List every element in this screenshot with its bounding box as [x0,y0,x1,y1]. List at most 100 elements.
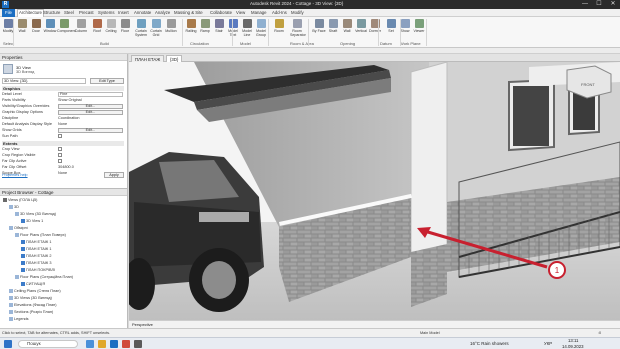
tab-view[interactable]: View [235,10,246,15]
ribbon-button-set[interactable]: Set [384,19,398,33]
ribbon-button-door[interactable]: Door [29,19,43,33]
ribbon-button-room-separator[interactable]: Room Separator [290,19,306,37]
task-view-icon[interactable] [86,340,94,348]
property-value[interactable]: Edit... [58,104,123,109]
minimize-icon[interactable]: — [578,0,592,9]
folder-icon [9,205,13,209]
ribbon-button-wall[interactable]: Wall [340,19,354,33]
browser-node[interactable]: Обмірні [9,226,28,231]
property-value[interactable]: Fine [58,92,123,97]
browser-node[interactable]: 3D [9,205,19,210]
file-explorer-icon[interactable] [98,340,106,348]
ribbon-button-column[interactable]: Column [74,19,88,33]
view-scale[interactable]: Perspective [132,322,153,327]
tab-structure[interactable]: Structure [42,10,61,15]
property-checkbox[interactable] [58,134,62,138]
ribbon-button-ceiling[interactable]: Ceiling [104,19,118,33]
start-icon[interactable] [4,340,12,348]
tab-3d-view[interactable]: {3D} [166,55,183,62]
browser-node[interactable]: Elevations (Фасад План) [9,303,57,308]
tab-add-ins[interactable]: Add-Ins [271,10,288,15]
tab-precast[interactable]: Precast [78,10,95,15]
tab-modify[interactable]: Modify [290,10,305,15]
door-icon [31,19,41,28]
ribbon-button-roof[interactable]: Roof [90,19,104,33]
tab-floor-plan[interactable]: ПЛАН ЕТАЖ [131,55,165,62]
ribbon-button-railing[interactable]: Railing [184,19,198,33]
ribbon-button-room[interactable]: Room [272,19,286,33]
weather-text[interactable]: 16°C Rain showers [470,341,509,346]
section-extents[interactable]: Extents [2,141,124,146]
taskbar-search[interactable]: Пошук [18,340,78,348]
shaft-icon [328,19,338,28]
browser-node[interactable]: Floor Plans (Ситуаційна План) [15,275,73,280]
browser-node[interactable]: СИТУАЦІЯ [21,282,45,287]
ribbon-button-wall[interactable]: Wall [15,19,29,33]
ribbon-button-model-group[interactable]: Model Group [254,19,268,37]
ribbon-button-model-text[interactable]: Model Text [226,19,240,37]
tab-annotate[interactable]: Annotate [133,10,152,15]
folder-icon [3,198,7,202]
ribbon-button-shaft[interactable]: Shaft [326,19,340,33]
browser-node[interactable]: ПЛАН ЕТАЖ 2 [21,254,51,259]
property-value[interactable] [58,134,123,139]
edit-type-button[interactable]: Edit Type [90,78,124,84]
tab-collaborate[interactable]: Collaborate [209,10,233,15]
ribbon-button-dormer[interactable]: Dormer [368,19,382,33]
property-value[interactable] [58,159,123,164]
browser-node[interactable]: ПЛАН ЕТАЖ 1 [21,240,51,245]
browser-node[interactable]: Views (ГОЛА Ц5) [3,198,37,203]
browser-node[interactable]: Ceiling Plans (Стеля План) [9,289,61,294]
browser-node[interactable]: 3D View (3D Вигляд) [15,212,56,217]
property-checkbox[interactable] [58,159,62,163]
tab-file[interactable]: File [2,9,15,17]
revit-taskbar-icon[interactable] [110,340,118,348]
browser-node[interactable]: Legends [9,317,29,322]
property-checkbox[interactable] [58,147,62,151]
browser-node[interactable]: 3D View 1 [21,219,43,224]
browser-node[interactable]: ПЛАН ЕТАЖ 3 [21,261,51,266]
language-indicator[interactable]: УКР [544,341,552,346]
close-icon[interactable]: ✕ [606,0,620,9]
ribbon-button-stair[interactable]: Stair [212,19,226,33]
property-value[interactable] [58,147,123,152]
ribbon-button-floor[interactable]: Floor [118,19,132,33]
property-checkbox[interactable] [58,153,62,157]
ribbon-button-model-line[interactable]: Model Line [240,19,254,37]
3d-viewport[interactable]: 1 FRONT [129,62,620,328]
ribbon-button-curtain-grid[interactable]: Curtain Grid [149,19,163,37]
ribbon-button-window[interactable]: Window [43,19,57,33]
ribbon-button-by-face[interactable]: By Face [312,19,326,33]
ribbon-button-mullion[interactable]: Mullion [164,19,178,33]
ribbon-button-label: Railing [185,29,197,33]
instance-selector[interactable]: 3D View: {3D} [2,78,86,84]
revit-logo-icon[interactable]: R [2,1,9,8]
tab-manage[interactable]: Manage [250,10,268,15]
browser-node[interactable]: 3D Views (3D Вигляд) [9,296,52,301]
browser-node[interactable]: Sections (Розріз План) [9,310,53,315]
curtain-grid-icon [151,19,161,28]
maximize-icon[interactable]: ☐ [592,0,606,9]
tab-systems[interactable]: Systems [97,10,115,15]
browser-node[interactable]: Floor Plans (План Поверх) [15,233,66,238]
tab-analyze[interactable]: Analyze [154,10,171,15]
ribbon-button-ramp[interactable]: Ramp [198,19,212,33]
browser-node[interactable]: ПЛАН ЕТАЖ 1 [21,247,51,252]
property-value[interactable]: Edit... [58,128,123,133]
ribbon-button-viewer[interactable]: Viewer [412,19,426,33]
ribbon-tab-bar: File Architecture Structure Steel Precas… [0,9,620,17]
ribbon-button-vertical[interactable]: Vertical [354,19,368,33]
main-model-indicator[interactable]: Main Model [420,331,440,335]
tab-architecture[interactable]: Architecture [17,9,44,17]
property-value[interactable]: Edit... [58,110,123,115]
property-value[interactable] [58,153,123,158]
tab-insert[interactable]: Insert [117,10,130,15]
tab-steel[interactable]: Steel [63,10,75,15]
ribbon-button-curtain-system[interactable]: Curtain System [134,19,148,37]
browser-taskbar-icon[interactable] [122,340,130,348]
app-taskbar-icon[interactable] [134,340,142,348]
section-graphics[interactable]: Graphics [2,86,124,91]
tab-massing-site[interactable]: Massing & Site [173,10,204,15]
browser-node[interactable]: ПЛАН ПОКРІВЛІ [21,268,55,273]
ribbon-button-component[interactable]: Component [57,19,76,33]
